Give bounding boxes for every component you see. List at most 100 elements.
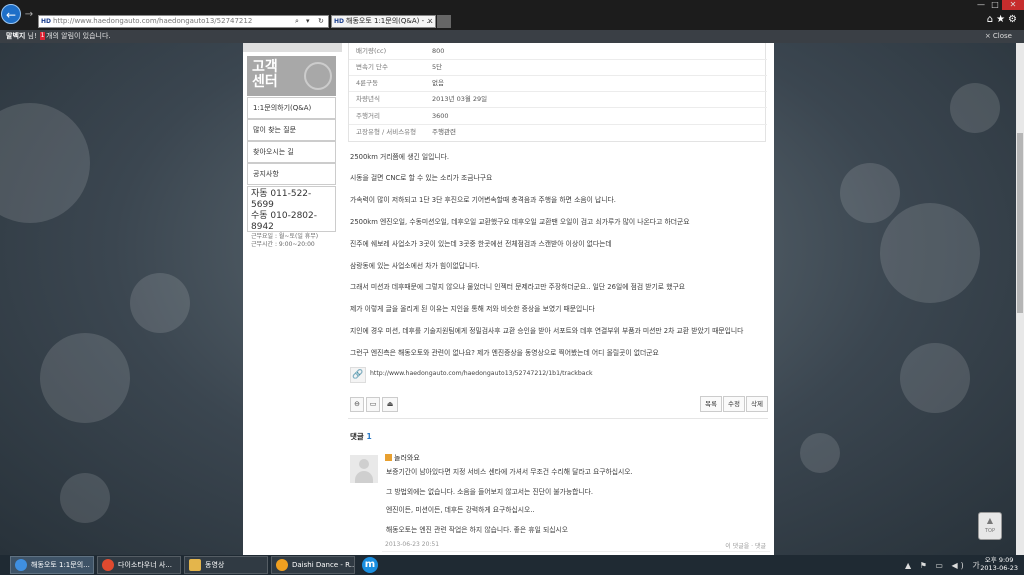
link-icon[interactable]: 🔗: [350, 367, 366, 383]
system-clock[interactable]: 오후 9:09 2013-06-23: [980, 556, 1018, 572]
delete-button[interactable]: 삭제: [746, 396, 768, 412]
info-value: 주행관련: [432, 128, 456, 136]
minimize-icon[interactable]: —: [974, 0, 988, 10]
close-window-icon[interactable]: ✕: [1002, 0, 1024, 10]
minus-icon[interactable]: ⊖: [350, 397, 364, 412]
search-icon[interactable]: ⌕: [295, 16, 299, 27]
post-paragraph: 그래서 미션과 데후때문에 그렇지 않으냐 물었더니 인젝터 문제라고만 주장하…: [350, 283, 685, 291]
favorites-star-icon[interactable]: ★: [996, 14, 1008, 25]
post-paragraph: 삼랑동에 있는 사업소에선 차가 힘이없답니다.: [350, 262, 480, 270]
taskbar-app-chrome[interactable]: 다이소타우너 사...: [97, 556, 181, 574]
table-row: 고장유형 / 서비스유형 주행관련: [349, 124, 767, 141]
edit-button[interactable]: 수정: [723, 396, 745, 412]
scrollbar-thumb[interactable]: [1017, 133, 1023, 313]
avatar: [350, 455, 378, 483]
post-paragraph: 2500km 엔진오일, 수동미션오일, 데후오일 교환했구요 데후오일 교환땐…: [350, 218, 690, 226]
notification-count-badge: 1: [40, 32, 46, 40]
taskbar-app-ie[interactable]: 해동오토 1:1문의...: [10, 556, 94, 574]
home-icon[interactable]: ⌂: [987, 14, 996, 25]
table-row: 차량년식 2013년 03월 29일: [349, 91, 767, 108]
phone-manual: 수동 010-2802-8942: [251, 211, 317, 232]
work-hours: 근무시간 : 9:00~20:00: [251, 241, 315, 248]
settings-gear-icon[interactable]: ⚙: [1008, 14, 1020, 25]
notification-bar: 말벡지 님! 1 개의 알림이 있습니다. × Close: [0, 30, 1024, 43]
maximize-icon[interactable]: □: [988, 0, 1002, 10]
comment-author[interactable]: 놀러와요: [385, 453, 420, 463]
post-paragraph: 진주에 쉐보레 사업소가 3곳이 있는데 3곳중 한곳에선 전체점검과 스캔받아…: [350, 240, 612, 248]
taskbar-app-player[interactable]: Daishi Dance - R...: [271, 556, 355, 574]
info-key: 4륜구동: [356, 79, 379, 87]
site-favicon: HD: [41, 18, 52, 25]
address-url[interactable]: http://www.haedongauto.com/haedongauto13…: [53, 17, 252, 25]
post-content: 배기량(cc) 800 변속기 단수 5단 4륜구동 없음 차량년식 2013년 03월…: [342, 43, 774, 555]
folder-icon[interactable]: ▭: [366, 397, 380, 412]
info-key: 고장유형 / 서비스유형: [356, 128, 417, 136]
up-arrow-icon: ▲: [986, 516, 994, 525]
notification-close-button[interactable]: × Close: [985, 30, 1012, 43]
new-tab-button[interactable]: [437, 15, 451, 28]
scroll-to-top-button[interactable]: ▲ TOP: [978, 512, 1002, 540]
info-value: 800: [432, 47, 445, 55]
notification-user[interactable]: 말벡지: [6, 32, 25, 40]
folder-icon: [189, 559, 201, 571]
clock-time: 오후 9:09: [984, 556, 1014, 564]
comment-line: 보증기간이 남아있다면 지정 서비스 센타에 가셔서 무조건 수리해 달라고 요…: [386, 468, 633, 476]
tab-title: 해동오토 1:1문의(Q&A) - ...: [346, 17, 434, 25]
taskbar: 해동오토 1:1문의... 다이소타우너 사... 동영상 Daishi Dan…: [0, 555, 1024, 575]
sidebar-item-notice[interactable]: 공지사항: [247, 163, 336, 185]
customer-center-banner: 고객 센터: [247, 56, 336, 96]
back-arrow-icon[interactable]: ←: [1, 4, 21, 24]
table-row: 주행거리 3600: [349, 108, 767, 125]
taskbar-app-label: 다이소타우너 사...: [118, 561, 172, 569]
forward-arrow-icon[interactable]: →: [22, 8, 36, 22]
comment-actions[interactable]: 이 댓글을 · 댓글: [725, 541, 766, 550]
sidebar-item-qna[interactable]: 1:1문의하기(Q&A): [247, 97, 336, 119]
browser-tools: ⌂★⚙: [987, 14, 1020, 25]
table-row: 4륜구동 없음: [349, 75, 767, 92]
messenger-icon[interactable]: m: [362, 557, 378, 573]
clock-date: 2013-06-23: [980, 564, 1018, 572]
info-value: 3600: [432, 112, 449, 120]
contact-phones: 자동 011-522-5699 수동 010-2802-8942 근무요일 : …: [247, 186, 336, 248]
comment-line: 그 방법외에는 없습니다. 소음을 들어보지 않고서는 진단이 불가능합니다.: [386, 488, 594, 496]
taskbar-app-label: 동영상: [205, 561, 225, 569]
address-bar[interactable]: HD http://www.haedongauto.com/haedongaut…: [38, 15, 329, 28]
phone-auto: 자동 011-522-5699: [251, 189, 312, 210]
info-key: 배기량(cc): [356, 47, 387, 55]
vertical-scrollbar[interactable]: [1016, 43, 1024, 555]
comments-count: 1: [366, 432, 372, 441]
table-row: 배기량(cc) 800: [349, 43, 767, 60]
trackback-url[interactable]: http://www.haedongauto.com/haedongauto13…: [370, 370, 593, 377]
work-days: 근무요일 : 월~토(일 휴무): [251, 233, 319, 240]
taskbar-app-folder[interactable]: 동영상: [184, 556, 268, 574]
user-icon: [385, 454, 392, 461]
headset-face-icon: [304, 62, 332, 90]
refresh-icon[interactable]: ↻: [318, 16, 324, 27]
chrome-icon: [102, 559, 114, 571]
sidebar-item-faq[interactable]: 많이 찾는 질문: [247, 119, 336, 141]
tab-active[interactable]: HD 해동오토 1:1문의(Q&A) - ... ×: [331, 15, 436, 28]
tab-close-icon[interactable]: ×: [427, 16, 433, 27]
info-key: 변속기 단수: [356, 63, 388, 71]
info-key: 차량년식: [356, 95, 380, 103]
post-paragraph: 그런구 엔진측은 해동오토와 관련이 없나요? 제가 엔진증상을 동영상으로 찍…: [350, 349, 659, 357]
notification-text-after[interactable]: 개의 알림이 있습니다.: [46, 32, 111, 40]
comment-line: 엔진이든, 미션이든, 데후든 강력하게 요구하십시오..: [386, 506, 535, 514]
comment-date: 2013-06-23 20:51: [385, 541, 440, 548]
list-button[interactable]: 목록: [700, 396, 722, 412]
top-label: TOP: [984, 528, 995, 534]
comments-heading: 댓글 1: [350, 431, 372, 442]
info-key: 주행거리: [356, 112, 380, 120]
system-tray-icons[interactable]: ▲ ⚑ ▭ ◀) 가: [905, 560, 983, 571]
info-value: 2013년 03월 29일: [432, 95, 488, 103]
comment-author-name[interactable]: 놀러와요: [394, 454, 420, 462]
taskbar-app-label: Daishi Dance - R...: [292, 561, 355, 569]
dropdown-icon[interactable]: ▾: [306, 16, 310, 27]
divider: [348, 418, 768, 419]
tab-favicon: HD: [334, 18, 345, 25]
print-icon[interactable]: ⏏: [382, 397, 398, 412]
sidebar-item-directions[interactable]: 찾아오시는 길: [247, 141, 336, 163]
comment-line: 해동오토는 엔진 관련 작업은 하지 않습니다. 좋은 휴일 되십시오: [386, 526, 569, 534]
post-paragraph: 지인에 경우 미션, 데후를 기술지원팀에게 정밀검사후 교환 승인을 받아 서…: [350, 327, 744, 335]
music-player-icon: [276, 559, 288, 571]
